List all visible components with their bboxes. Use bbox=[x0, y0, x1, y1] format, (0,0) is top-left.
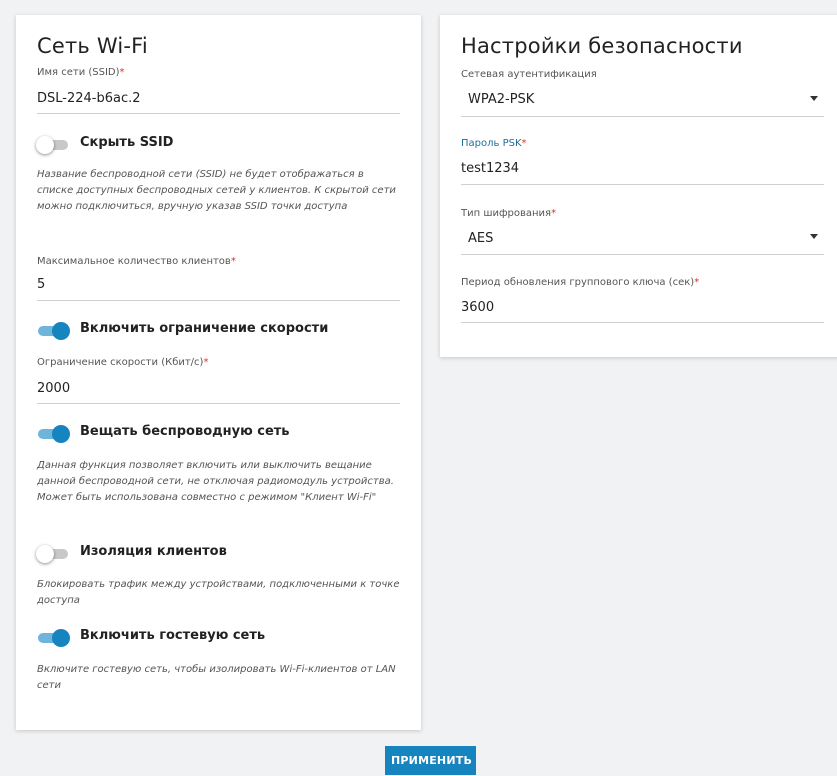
auth-underline bbox=[461, 116, 824, 117]
guest-network-toggle[interactable] bbox=[36, 627, 72, 647]
hide-ssid-toggle[interactable] bbox=[36, 134, 72, 154]
rekey-input[interactable]: 3600 bbox=[461, 300, 494, 315]
isolation-label: Изоляция клиентов bbox=[80, 544, 227, 559]
auth-dropdown-arrow-icon[interactable] bbox=[810, 96, 818, 101]
broadcast-label: Вещать беспроводную сеть bbox=[80, 424, 290, 439]
psk-underline bbox=[461, 184, 824, 185]
hide-ssid-hint: Название беспроводной сети (SSID) не буд… bbox=[37, 169, 396, 212]
broadcast-hint: Данная функция позволяет включить или вы… bbox=[37, 460, 394, 503]
ssid-underline bbox=[37, 113, 400, 114]
wifi-card-title: Сеть Wi-Fi bbox=[37, 34, 148, 58]
security-card-title: Настройки безопасности bbox=[461, 34, 743, 58]
speed-limit-underline bbox=[37, 403, 400, 404]
wifi-settings-card: Сеть Wi-Fi Имя сети (SSID)* DSL-224-b6ac… bbox=[16, 15, 421, 730]
apply-button[interactable]: ПРИМЕНИТЬ bbox=[385, 746, 476, 775]
psk-input[interactable]: test1234 bbox=[461, 161, 519, 176]
rekey-underline bbox=[461, 322, 824, 323]
ssid-label: Имя сети (SSID)* bbox=[37, 67, 125, 78]
psk-label: Пароль PSK* bbox=[461, 138, 527, 149]
auth-select[interactable]: WPA2-PSK bbox=[468, 92, 534, 107]
cipher-label: Тип шифрования* bbox=[461, 208, 557, 219]
max-clients-underline bbox=[37, 300, 400, 301]
security-settings-card: Настройки безопасности Сетевая аутентифи… bbox=[440, 15, 837, 357]
speed-limit-input[interactable]: 2000 bbox=[37, 381, 70, 396]
cipher-underline bbox=[461, 254, 824, 255]
cipher-select[interactable]: AES bbox=[468, 231, 493, 246]
isolation-hint: Блокировать трафик между устройствами, п… bbox=[37, 579, 400, 606]
speed-limit-toggle[interactable] bbox=[36, 320, 72, 340]
speed-limit-field-label: Ограничение скорости (Кбит/с)* bbox=[37, 357, 209, 368]
ssid-input[interactable]: DSL-224-b6ac.2 bbox=[37, 91, 141, 106]
hide-ssid-label: Скрыть SSID bbox=[80, 135, 174, 150]
cipher-dropdown-arrow-icon[interactable] bbox=[810, 234, 818, 239]
broadcast-toggle[interactable] bbox=[36, 423, 72, 443]
guest-network-hint: Включите гостевую сеть, чтобы изолироват… bbox=[37, 664, 396, 691]
speed-limit-label: Включить ограничение скорости bbox=[80, 321, 329, 336]
rekey-label: Период обновления группового ключа (сек)… bbox=[461, 277, 700, 288]
auth-label: Сетевая аутентификация bbox=[461, 69, 597, 80]
max-clients-label: Максимальное количество клиентов* bbox=[37, 256, 236, 267]
max-clients-input[interactable]: 5 bbox=[37, 277, 45, 292]
isolation-toggle[interactable] bbox=[36, 543, 72, 563]
guest-network-label: Включить гостевую сеть bbox=[80, 628, 266, 643]
